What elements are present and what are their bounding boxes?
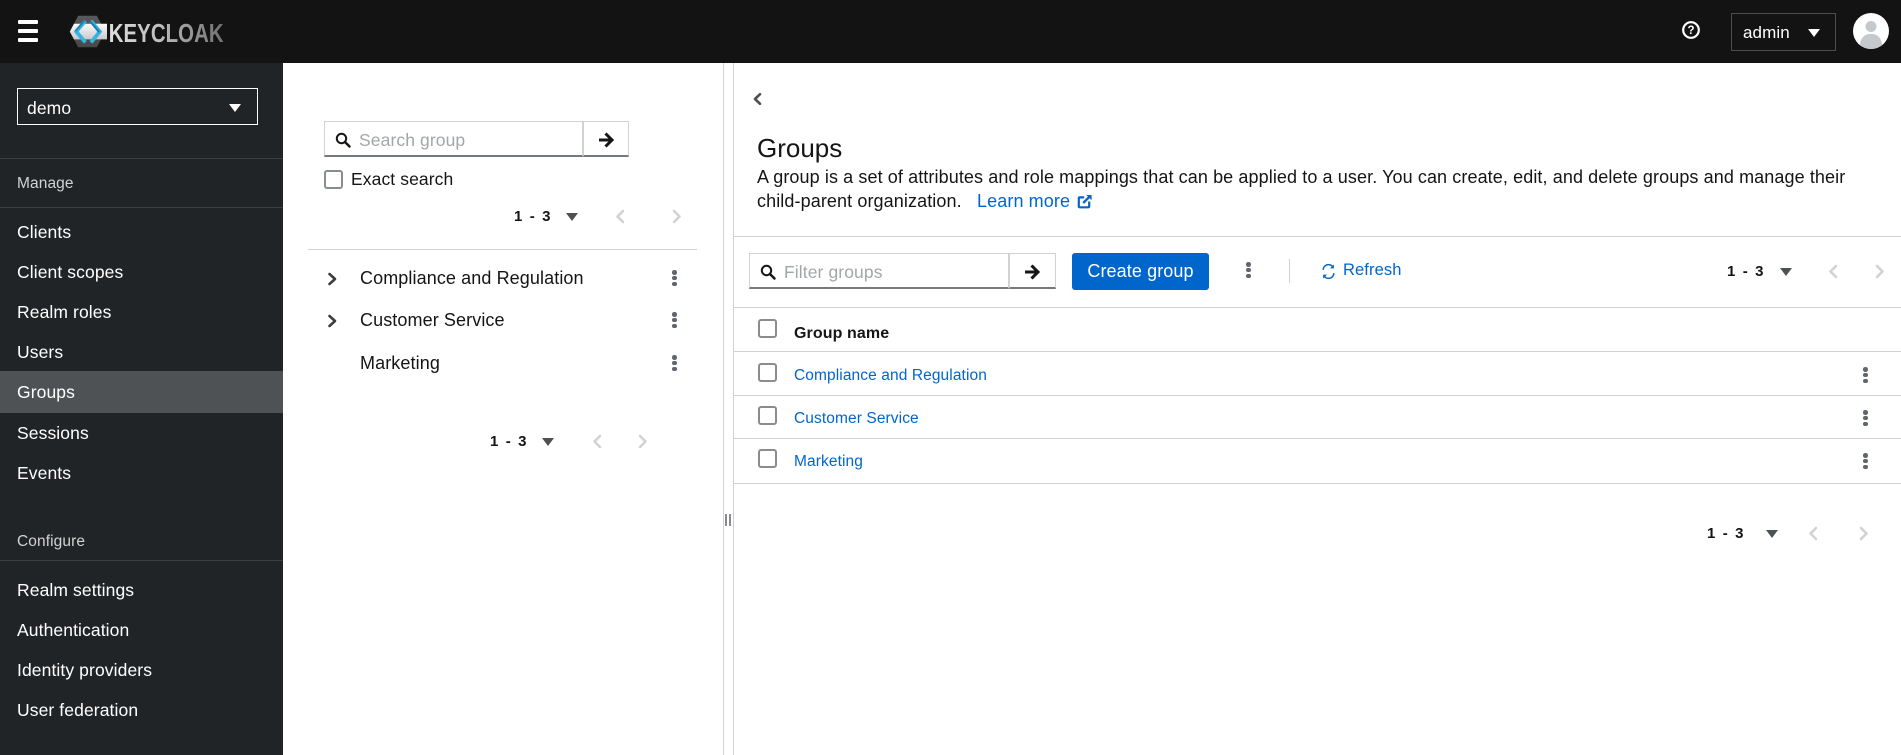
svg-text:KEYCLOAK: KEYCLOAK bbox=[109, 20, 224, 48]
svg-text:?: ? bbox=[1687, 25, 1694, 37]
